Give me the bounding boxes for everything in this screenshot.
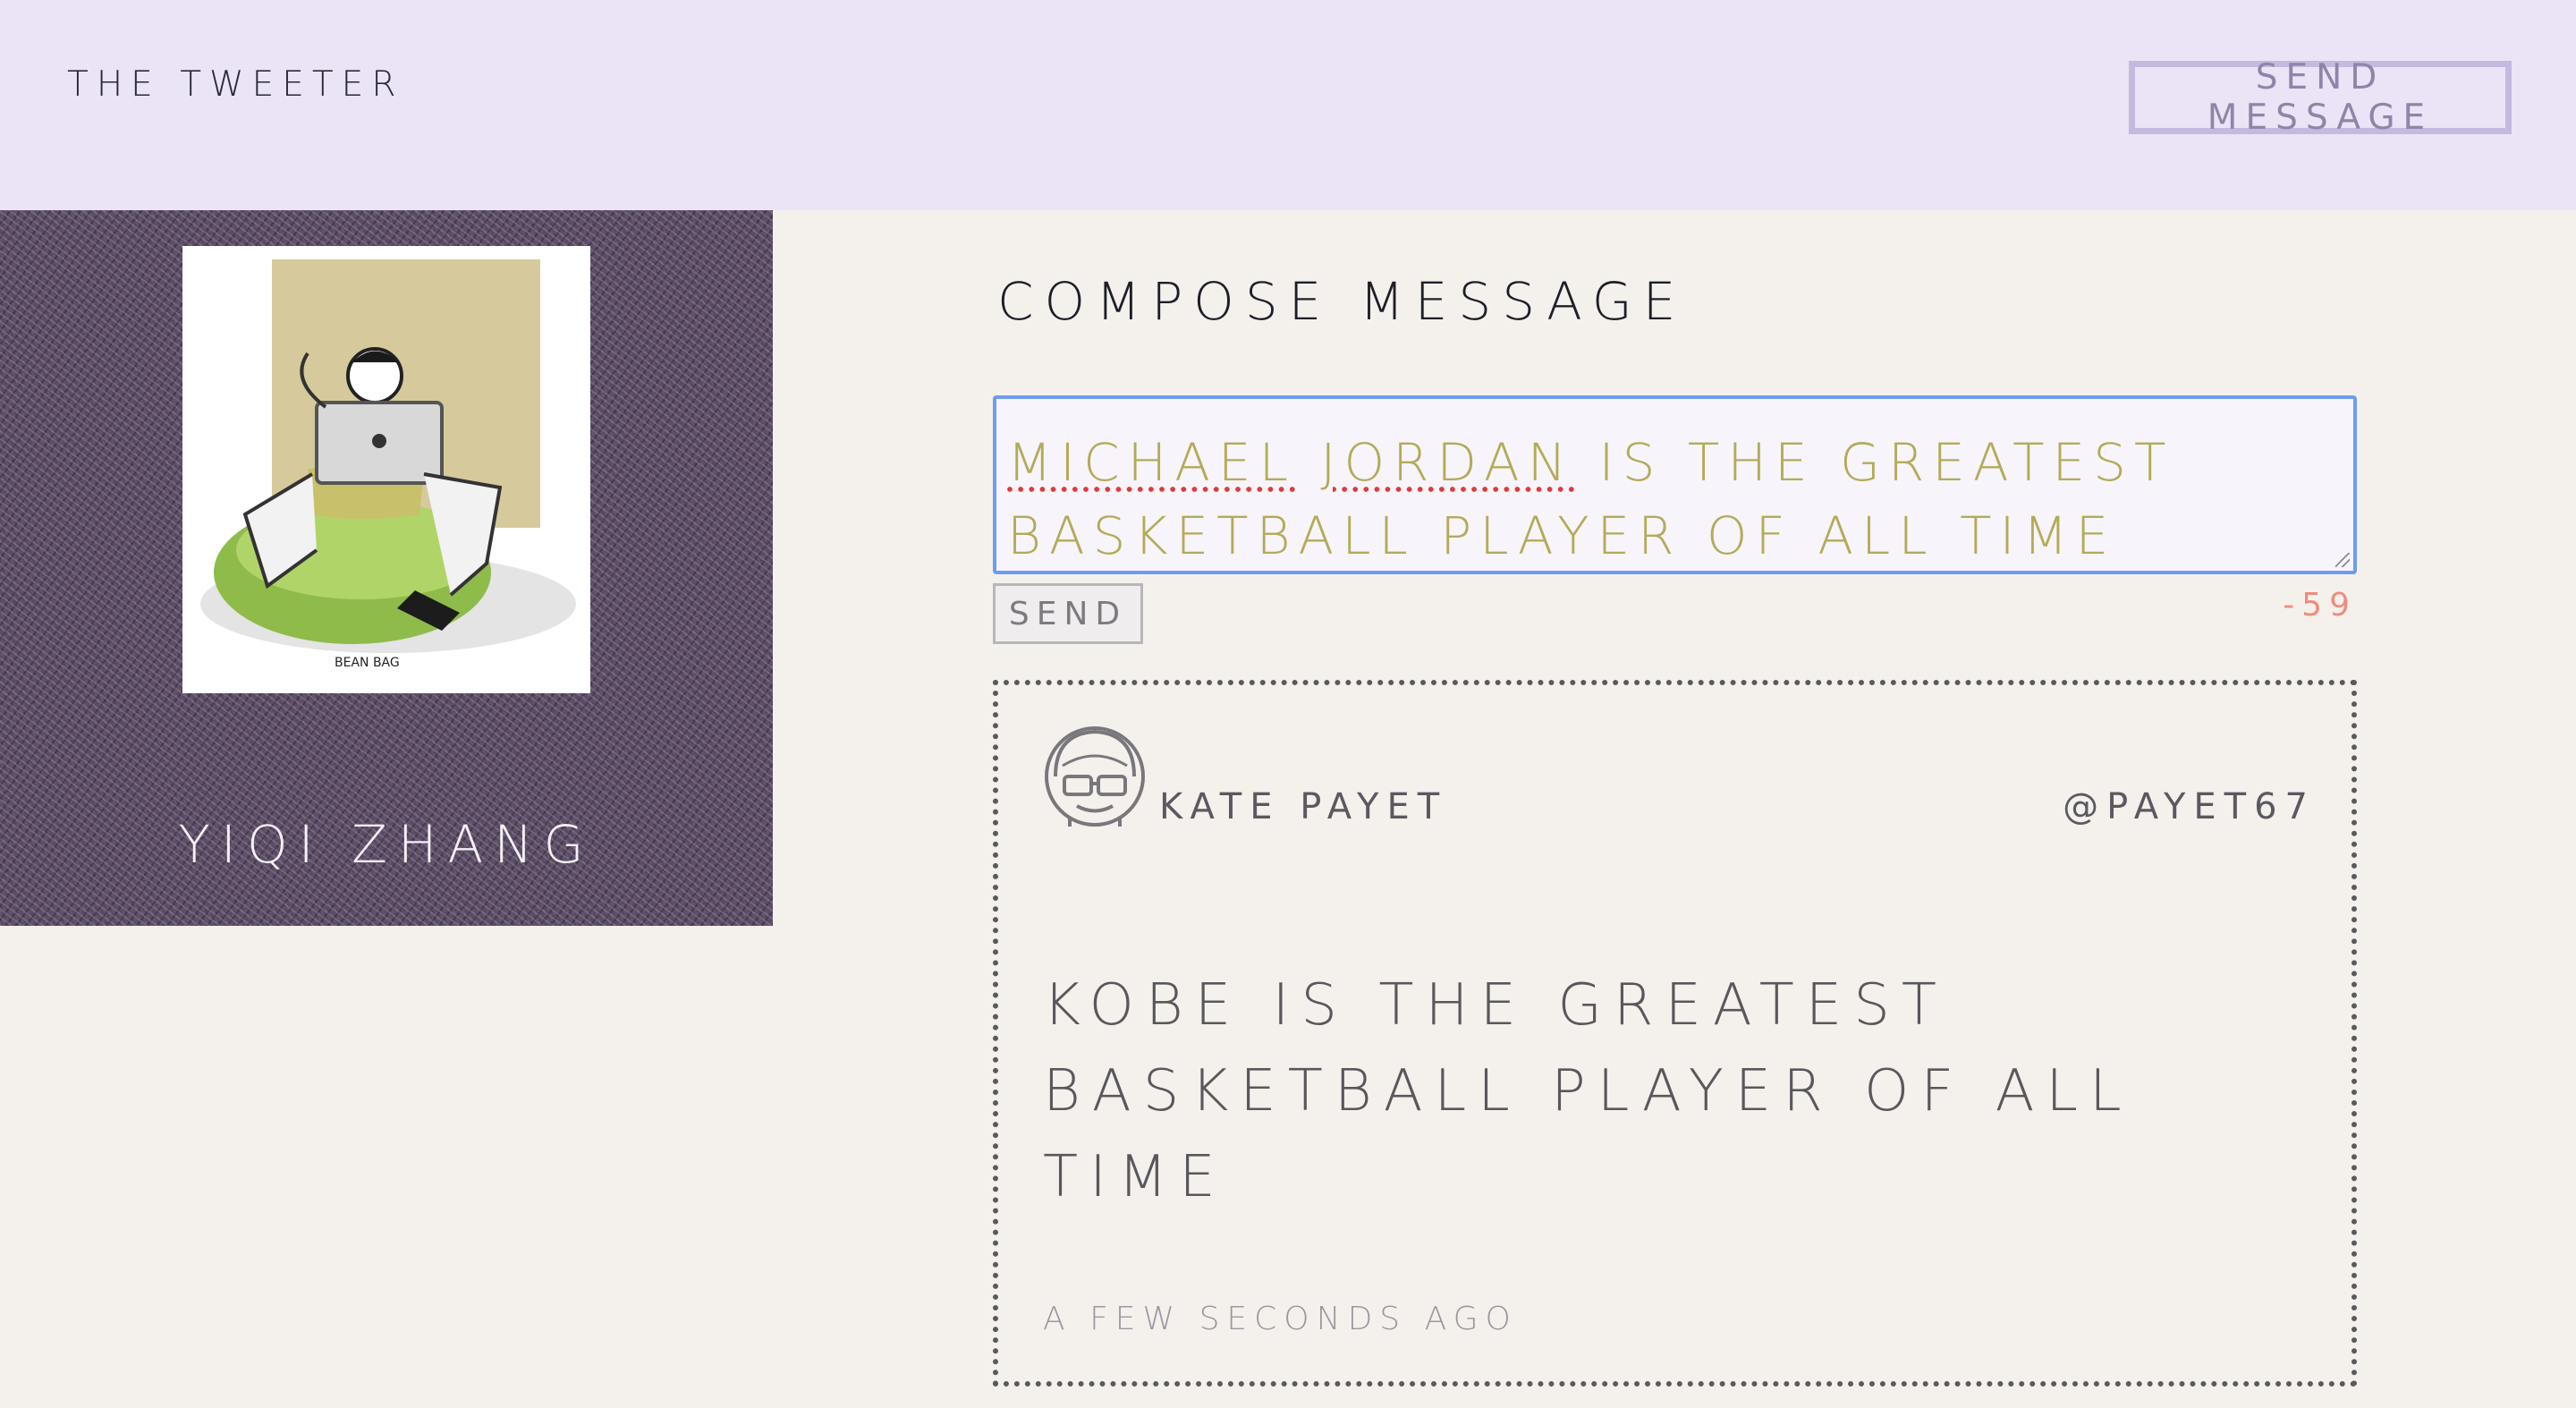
top-header: THE TWEETER SEND MESSAGE [0, 0, 2576, 210]
compose-textarea[interactable]: — — MICHAEL JORDAN IS THE GREATEST BASKE… [993, 395, 2357, 574]
tweet-author-name: KATE PAYET [1159, 786, 1448, 827]
profile-sidebar: bean bag YIQI ZHANG [0, 210, 773, 926]
misspelled-word: JORDAN [1320, 432, 1575, 493]
tweet-timestamp: A FEW SECONDS AGO [1043, 1301, 1518, 1337]
tweet-card: KATE PAYET @PAYET67 KOBE IS THE GREATEST… [993, 680, 2357, 1387]
avatar-with-sunglasses-icon [1043, 721, 1147, 832]
profile-photo: bean bag [182, 246, 590, 693]
send-button[interactable]: SEND [993, 583, 1143, 644]
app-brand[interactable]: THE TWEETER [67, 64, 403, 105]
profile-name: YIQI ZHANG [178, 814, 595, 875]
svg-text:bean bag: bean bag [335, 656, 400, 670]
compose-scrolled-line: — — [1007, 399, 1151, 424]
misspelled-word: MICHAEL [1007, 432, 1296, 493]
resize-grip-icon[interactable] [2335, 553, 2350, 567]
compose-text[interactable]: MICHAEL JORDAN IS THE GREATEST BASKETBAL… [1007, 426, 2331, 571]
send-message-button[interactable]: SEND MESSAGE [2129, 57, 2512, 138]
compose-title: COMPOSE MESSAGE [997, 271, 1687, 332]
tweet-author-handle: @PAYET67 [2063, 786, 2316, 827]
character-counter: -59 [2283, 587, 2357, 623]
tweet-text: KOBE IS THE GREATEST BASKETBALL PLAYER O… [1043, 972, 2133, 1210]
